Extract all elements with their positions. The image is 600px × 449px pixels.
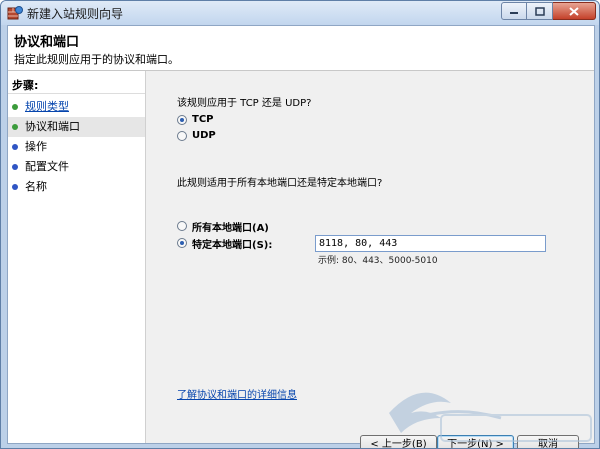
steps-panel: 步骤: 规则类型 协议和端口 操作 配置文件 名称 bbox=[8, 71, 146, 443]
steps-heading: 步骤: bbox=[12, 79, 39, 92]
ports-example-hint: 示例: 80、443、5000-5010 bbox=[318, 256, 438, 266]
steps-divider bbox=[8, 93, 145, 94]
specific-ports-radio[interactable] bbox=[177, 238, 187, 248]
step-pending-dot-icon bbox=[12, 164, 18, 170]
step-pending-dot-icon bbox=[12, 184, 18, 190]
ports-question: 此规则适用于所有本地端口还是特定本地端口? bbox=[177, 178, 383, 189]
step-rule-type[interactable]: 规则类型 bbox=[8, 97, 145, 117]
step-label: 配置文件 bbox=[25, 160, 69, 173]
step-name: 名称 bbox=[8, 177, 145, 197]
minimize-button[interactable] bbox=[501, 2, 527, 20]
step-action: 操作 bbox=[8, 137, 145, 157]
close-button[interactable] bbox=[553, 2, 596, 20]
udp-label[interactable]: UDP bbox=[192, 130, 216, 141]
specific-ports-label[interactable]: 特定本地端口(S): bbox=[192, 236, 272, 251]
all-ports-label[interactable]: 所有本地端口(A) bbox=[192, 219, 269, 234]
step-completed-dot-icon bbox=[12, 104, 18, 110]
page-description: 指定此规则应用于的协议和端口。 bbox=[14, 53, 179, 66]
udp-radio[interactable] bbox=[177, 131, 187, 141]
learn-more-link[interactable]: 了解协议和端口的详细信息 bbox=[177, 386, 297, 401]
step-label: 操作 bbox=[25, 140, 47, 153]
step-profile: 配置文件 bbox=[8, 157, 145, 177]
specific-ports-input[interactable] bbox=[315, 235, 546, 252]
tcp-label[interactable]: TCP bbox=[192, 114, 214, 125]
main-content: 该规则应用于 TCP 还是 UDP? TCP UDP 此规则适用于所有本地端口还… bbox=[146, 71, 594, 448]
cancel-button[interactable]: 取消 bbox=[517, 435, 579, 448]
protocol-question: 该规则应用于 TCP 还是 UDP? bbox=[177, 98, 312, 109]
title-bar: 新建入站规则向导 bbox=[1, 1, 599, 25]
close-icon bbox=[569, 6, 579, 16]
window-title: 新建入站规则向导 bbox=[27, 7, 124, 21]
wizard-body: 协议和端口 指定此规则应用于的协议和端口。 步骤: 规则类型 协议和端口 操作 … bbox=[7, 25, 595, 448]
step-label: 协议和端口 bbox=[25, 120, 80, 133]
next-button[interactable]: 下一步(N) > bbox=[437, 435, 514, 448]
step-label: 名称 bbox=[25, 180, 47, 193]
step-current-dot-icon bbox=[12, 124, 18, 130]
wizard-window: 新建入站规则向导 协议和端口 指定此规则应用于的协议和端口。 步骤: 规则类型 … bbox=[0, 0, 600, 449]
back-button[interactable]: < 上一步(B) bbox=[360, 435, 437, 448]
all-ports-radio[interactable] bbox=[177, 221, 187, 231]
maximize-icon bbox=[534, 6, 545, 16]
firewall-app-icon bbox=[7, 6, 23, 20]
tcp-radio[interactable] bbox=[177, 115, 187, 125]
step-protocol-and-ports[interactable]: 协议和端口 bbox=[8, 117, 145, 137]
step-label: 规则类型 bbox=[25, 100, 69, 113]
maximize-button[interactable] bbox=[527, 2, 553, 20]
step-pending-dot-icon bbox=[12, 144, 18, 150]
page-title: 协议和端口 bbox=[14, 35, 80, 50]
minimize-icon bbox=[510, 12, 518, 14]
page-header: 协议和端口 指定此规则应用于的协议和端口。 bbox=[8, 26, 594, 71]
